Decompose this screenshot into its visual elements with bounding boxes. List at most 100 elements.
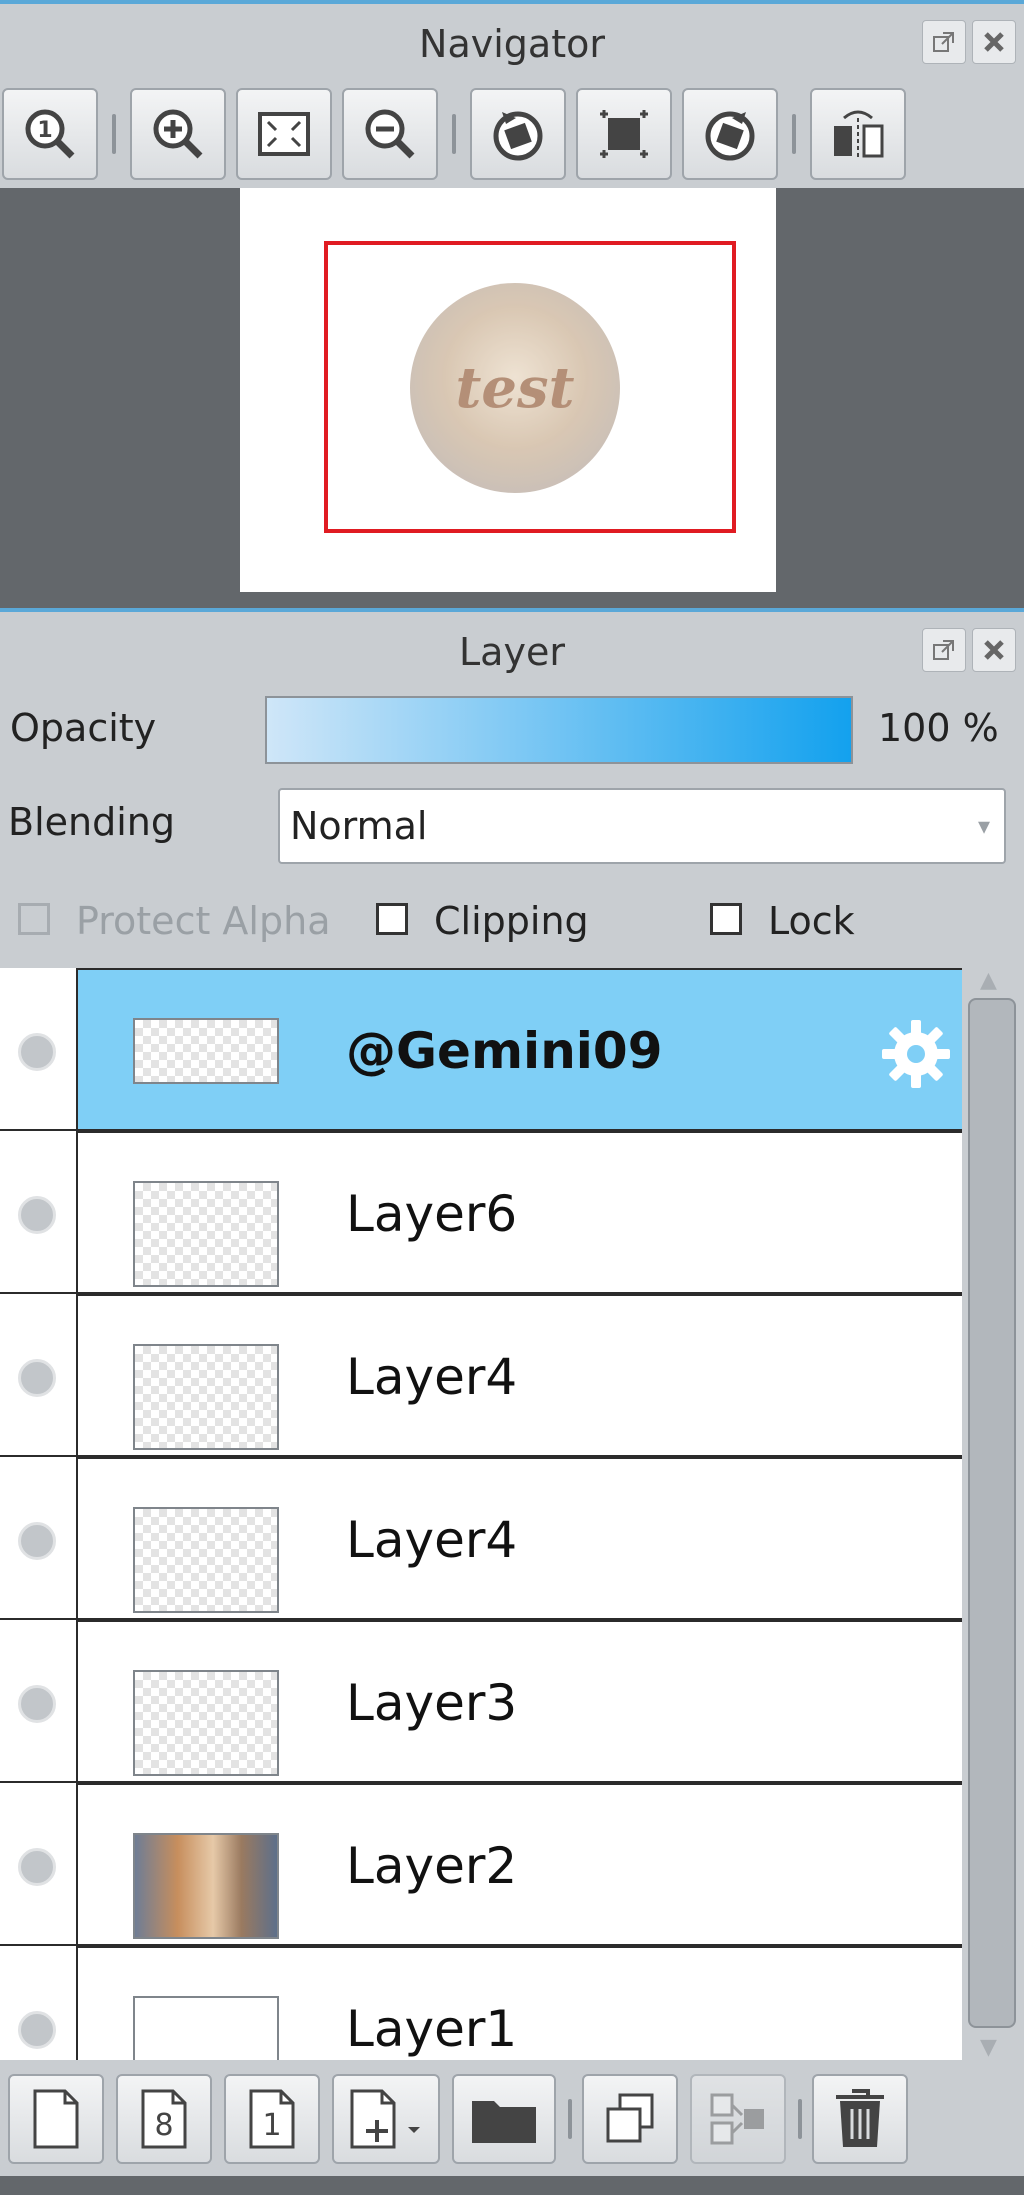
layer-scrollbar[interactable]: ▲ ▼: [962, 968, 1024, 2060]
visibility-icon[interactable]: [18, 1196, 56, 1234]
layer-thumbnail: [133, 1670, 279, 1776]
toolbar-separator: [452, 114, 456, 154]
gear-icon[interactable]: [878, 1016, 954, 1092]
bit-depth-label: 1: [262, 2108, 281, 2143]
visibility-icon[interactable]: [18, 1522, 56, 1560]
lock-label: Lock: [768, 899, 855, 943]
new-8bit-layer-button[interactable]: 8: [116, 2074, 212, 2164]
clipping-checkbox[interactable]: [376, 903, 408, 935]
zoom-out-button[interactable]: [342, 88, 438, 180]
layer-row[interactable]: Layer4: [0, 1294, 962, 1457]
delete-icon: [836, 2089, 884, 2147]
layer-thumbnail: [133, 1344, 279, 1450]
scroll-down-icon[interactable]: ▼: [980, 2035, 997, 2060]
toolbar-separator: [568, 2099, 572, 2139]
toolbar-separator: [792, 114, 796, 154]
fit-screen-button[interactable]: [236, 88, 332, 180]
layer-toolbar: 8 1: [0, 2062, 1024, 2176]
blending-select[interactable]: Normal ▾: [278, 788, 1006, 864]
folder-icon: [472, 2101, 536, 2143]
visibility-icon[interactable]: [18, 1359, 56, 1397]
rotate-left-icon: [493, 111, 543, 161]
protect-alpha-checkbox[interactable]: [18, 903, 50, 935]
zoom-in-button[interactable]: [130, 88, 226, 180]
rotate-right-button[interactable]: [682, 88, 778, 180]
add-layer-menu-icon: [350, 2089, 420, 2149]
popout-icon: [933, 32, 954, 52]
flip-horizontal-icon: [834, 110, 884, 160]
reset-view-icon: [600, 110, 648, 158]
chevron-down-icon: ▾: [977, 812, 990, 840]
zoom-out-icon: [365, 109, 415, 159]
popout-icon: [933, 640, 954, 660]
layer-name: Layer4: [346, 1511, 518, 1569]
fit-screen-icon: [258, 112, 310, 156]
toolbar-separator: [112, 114, 116, 154]
navigator-popout-button[interactable]: [922, 20, 966, 64]
duplicate-layer-button[interactable]: [582, 2074, 678, 2164]
layer-row[interactable]: Layer2: [0, 1783, 962, 1946]
add-layer-menu-button[interactable]: [332, 2074, 440, 2164]
navigator-title: Navigator: [419, 22, 605, 66]
opacity-row: Opacity 100 %: [0, 690, 1024, 772]
layer-thumbnail: [133, 1018, 279, 1084]
visibility-icon[interactable]: [18, 1848, 56, 1886]
svg-text:1: 1: [37, 118, 52, 143]
layer-thumbnail: [133, 1181, 279, 1287]
clipping-label: Clipping: [434, 899, 589, 943]
opacity-slider[interactable]: [265, 696, 853, 764]
duplicate-icon: [606, 2093, 654, 2143]
layer-options-row: Protect Alpha Clipping Lock: [0, 885, 1024, 965]
scrollbar-thumb[interactable]: [968, 998, 1016, 2028]
layer-name: Layer3: [346, 1674, 518, 1732]
layer-name: Layer6: [346, 1185, 518, 1243]
visibility-icon[interactable]: [18, 1685, 56, 1723]
visibility-icon[interactable]: [18, 2011, 56, 2049]
layer-name: Layer2: [346, 1837, 518, 1895]
lock-checkbox[interactable]: [710, 903, 742, 935]
scroll-up-icon[interactable]: ▲: [980, 968, 997, 993]
opacity-label: Opacity: [10, 706, 157, 750]
rotate-left-button[interactable]: [470, 88, 566, 180]
new-folder-button[interactable]: [452, 2074, 556, 2164]
layer-row[interactable]: Layer1: [0, 1946, 962, 2060]
reset-view-button[interactable]: [576, 88, 672, 180]
new-1bit-layer-button[interactable]: 1: [224, 2074, 320, 2164]
layer-close-button[interactable]: [972, 628, 1016, 672]
layer-name: Layer1: [346, 2000, 518, 2058]
zoom-in-icon: [153, 109, 203, 159]
panel-bottom-edge: [0, 2176, 1024, 2195]
merge-down-icon: [710, 2093, 764, 2145]
navigator-toolbar: 1: [0, 80, 1024, 188]
navigator-close-button[interactable]: [972, 20, 1016, 64]
opacity-value: 100 %: [878, 706, 999, 750]
blending-label: Blending: [8, 800, 175, 844]
viewport-frame[interactable]: [324, 241, 736, 533]
layer-panel-title: Layer: [459, 630, 565, 674]
close-icon: [984, 32, 1004, 52]
layer-row[interactable]: Layer3: [0, 1620, 962, 1783]
flip-horizontal-button[interactable]: [810, 88, 906, 180]
layer-name: @Gemini09: [346, 1022, 663, 1080]
layer-list: @Gemini09 Layer6 Layer4 Layer4 Layer3 La…: [0, 968, 962, 2060]
zoom-actual-button[interactable]: 1: [2, 88, 98, 180]
layer-row[interactable]: Layer6: [0, 1131, 962, 1294]
zoom-100-icon: 1: [25, 109, 75, 159]
layer-row[interactable]: @Gemini09: [0, 968, 962, 1131]
layer-thumbnail: [133, 1507, 279, 1613]
layer-row[interactable]: Layer4: [0, 1457, 962, 1620]
toolbar-separator: [798, 2099, 802, 2139]
layer-thumbnail: [133, 1996, 279, 2060]
merge-down-button[interactable]: [690, 2074, 786, 2164]
delete-layer-button[interactable]: [812, 2074, 908, 2164]
navigator-canvas: test: [240, 188, 776, 592]
layer-popout-button[interactable]: [922, 628, 966, 672]
new-layer-button[interactable]: [8, 2074, 104, 2164]
blending-row: Blending Normal ▾: [0, 780, 1024, 872]
protect-alpha-label: Protect Alpha: [76, 899, 331, 943]
layer-name: Layer4: [346, 1348, 518, 1406]
rotate-right-icon: [705, 111, 755, 161]
visibility-icon[interactable]: [18, 1033, 56, 1071]
blending-value: Normal: [290, 804, 428, 848]
navigator-preview[interactable]: test: [0, 188, 1024, 608]
